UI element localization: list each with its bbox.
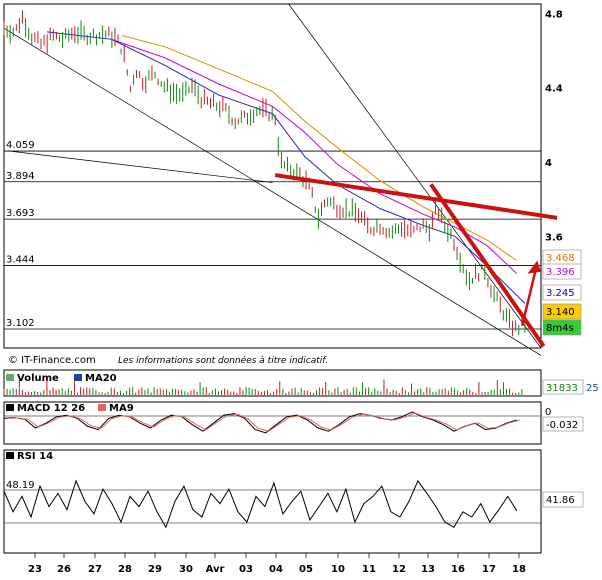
x-label-0: 23 bbox=[28, 564, 42, 575]
disclaimer-text: Les informations sont données à titre in… bbox=[118, 355, 328, 366]
macd-value: -0.032 bbox=[546, 420, 578, 431]
stock-chart: 4.059 3.894 3.693 3.444 3.102 4.8 4.4 4 3.6 3.4… bbox=[3, 3, 599, 575]
rsi-level-label: 48.19 bbox=[6, 480, 35, 491]
x-label-5: 30 bbox=[179, 564, 193, 575]
x-label-7: 03 bbox=[239, 564, 253, 575]
ma-tag-value-0: 3.468 bbox=[546, 253, 575, 264]
price-panel bbox=[3, 3, 542, 349]
level-label-0: 4.059 bbox=[6, 140, 35, 151]
volume-ma-label: MA20 bbox=[85, 373, 117, 384]
x-label-11: 11 bbox=[362, 564, 376, 575]
x-label-14: 16 bbox=[451, 564, 465, 575]
x-label-15: 17 bbox=[482, 564, 496, 575]
volume-ma-legend-swatch bbox=[74, 374, 82, 381]
level-label-1: 3.894 bbox=[6, 171, 35, 182]
volume-label: Volume bbox=[17, 373, 59, 384]
copyright-text: © IT-Finance.com bbox=[8, 355, 96, 366]
x-label-16: 18 bbox=[512, 564, 526, 575]
ma-tag-value-1: 3.396 bbox=[546, 267, 575, 278]
level-label-2: 3.693 bbox=[6, 208, 35, 219]
volume-legend-swatch bbox=[6, 374, 14, 381]
price-tick-3: 3.6 bbox=[545, 232, 563, 243]
x-label-8: 04 bbox=[269, 564, 283, 575]
rsi-legend-swatch bbox=[6, 452, 14, 459]
x-label-9: 05 bbox=[299, 564, 313, 575]
macd-signal-legend-swatch bbox=[98, 404, 106, 411]
chart-container: 4.059 3.894 3.693 3.444 3.102 4.8 4.4 4 3.6 3.4… bbox=[0, 0, 602, 580]
volume-value-2: 25 bbox=[586, 383, 599, 394]
macd-legend-swatch bbox=[6, 404, 14, 411]
rsi-label: RSI 14 bbox=[17, 451, 53, 462]
ma-tag-value-3: 3.140 bbox=[546, 307, 575, 318]
x-label-4: 29 bbox=[148, 564, 162, 575]
macd-signal-label: MA9 bbox=[109, 403, 134, 414]
macd-label: MACD 12 26 bbox=[17, 403, 85, 414]
x-label-13: 13 bbox=[421, 564, 435, 575]
level-label-3: 3.444 bbox=[6, 254, 35, 265]
x-label-10: 10 bbox=[331, 564, 345, 575]
x-label-6: Avr bbox=[206, 564, 225, 575]
price-tick-2: 4 bbox=[545, 158, 552, 169]
price-tick-1: 4.4 bbox=[545, 84, 563, 95]
price-tick-0: 4.8 bbox=[545, 9, 563, 20]
level-label-4: 3.102 bbox=[6, 318, 35, 329]
x-label-12: 12 bbox=[392, 564, 406, 575]
x-label-3: 28 bbox=[118, 564, 132, 575]
ma-tag-value-4: 8m4s bbox=[546, 323, 574, 334]
volume-value: 31833 bbox=[546, 383, 578, 394]
ma-tag-value-2: 3.245 bbox=[546, 288, 575, 299]
macd-zero-label: 0 bbox=[545, 407, 551, 418]
x-label-1: 26 bbox=[57, 564, 71, 575]
rsi-value: 41.86 bbox=[546, 495, 575, 506]
x-label-2: 27 bbox=[88, 564, 102, 575]
